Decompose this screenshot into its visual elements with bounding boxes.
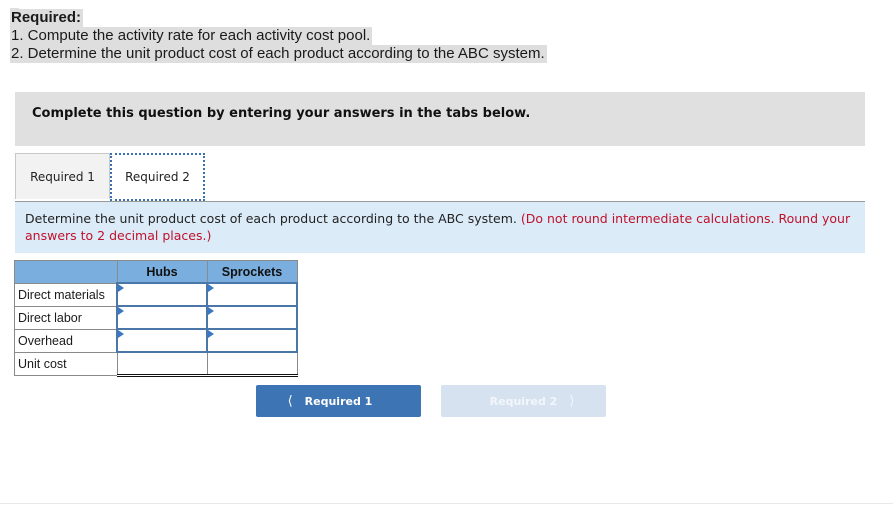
unit-cost-hubs-value	[116, 351, 208, 377]
overhead-hubs-input[interactable]	[116, 328, 208, 353]
column-header-blank	[14, 260, 118, 284]
row-label-overhead: Overhead	[14, 328, 118, 353]
row-label-unit-cost: Unit cost	[14, 351, 118, 376]
divider	[0, 503, 893, 504]
input-flag-icon	[118, 330, 124, 338]
question-description: Determine the unit product cost of each …	[15, 202, 865, 253]
table-row: Direct materials	[14, 282, 298, 307]
input-flag-icon	[118, 307, 124, 315]
overhead-sprockets-input[interactable]	[206, 328, 298, 353]
direct-labor-hubs-input[interactable]	[116, 305, 208, 330]
direct-labor-hubs-field[interactable]	[118, 307, 206, 328]
tab-bar: Required 1 Required 2	[15, 153, 865, 202]
description-main: Determine the unit product cost of each …	[25, 211, 517, 226]
chevron-left-icon: ⟨	[287, 393, 293, 409]
row-label-direct-labor: Direct labor	[14, 305, 118, 330]
required-item-1: 1. Compute the activity rate for each ac…	[10, 27, 373, 45]
tab-required-2[interactable]: Required 2	[110, 153, 205, 201]
overhead-sprockets-field[interactable]	[208, 330, 296, 351]
column-header-sprockets: Sprockets	[206, 260, 298, 284]
input-flag-icon	[208, 330, 214, 338]
direct-materials-hubs-field[interactable]	[118, 284, 206, 305]
prev-button-label: Required 1	[304, 394, 373, 408]
overhead-hubs-field[interactable]	[118, 330, 206, 351]
input-flag-icon	[208, 307, 214, 315]
direct-materials-hubs-input[interactable]	[116, 282, 208, 307]
table-row: Unit cost	[14, 351, 298, 377]
instruction-text: Complete this question by entering your …	[32, 106, 531, 121]
prev-required-1-button[interactable]: ⟨ Required 1 ⟨	[256, 385, 421, 417]
instruction-bar: Complete this question by entering your …	[15, 92, 865, 146]
required-section: Required: 1. Compute the activity rate f…	[10, 9, 547, 63]
direct-labor-sprockets-field[interactable]	[208, 307, 296, 328]
direct-materials-sprockets-field[interactable]	[208, 284, 296, 305]
required-item-2: 2. Determine the unit product cost of ea…	[10, 45, 547, 63]
table-row: Direct labor	[14, 305, 298, 330]
table-header-row: Hubs Sprockets	[14, 260, 298, 284]
input-flag-icon	[118, 284, 124, 292]
tab-required-1[interactable]: Required 1	[15, 153, 110, 199]
table-row: Overhead	[14, 328, 298, 353]
next-button-label: Required 2	[489, 394, 558, 408]
unit-cost-sprockets-value	[206, 351, 298, 377]
chevron-right-icon: ⟩	[569, 393, 575, 409]
unit-cost-table: Hubs Sprockets Direct materials Direct l…	[14, 260, 298, 377]
row-label-direct-materials: Direct materials	[14, 282, 118, 307]
direct-materials-sprockets-input[interactable]	[206, 282, 298, 307]
column-header-hubs: Hubs	[116, 260, 208, 284]
next-required-2-button[interactable]: ⟩ Required 2 ⟩	[441, 385, 606, 417]
input-flag-icon	[208, 284, 214, 292]
required-heading: Required:	[10, 9, 84, 27]
direct-labor-sprockets-input[interactable]	[206, 305, 298, 330]
